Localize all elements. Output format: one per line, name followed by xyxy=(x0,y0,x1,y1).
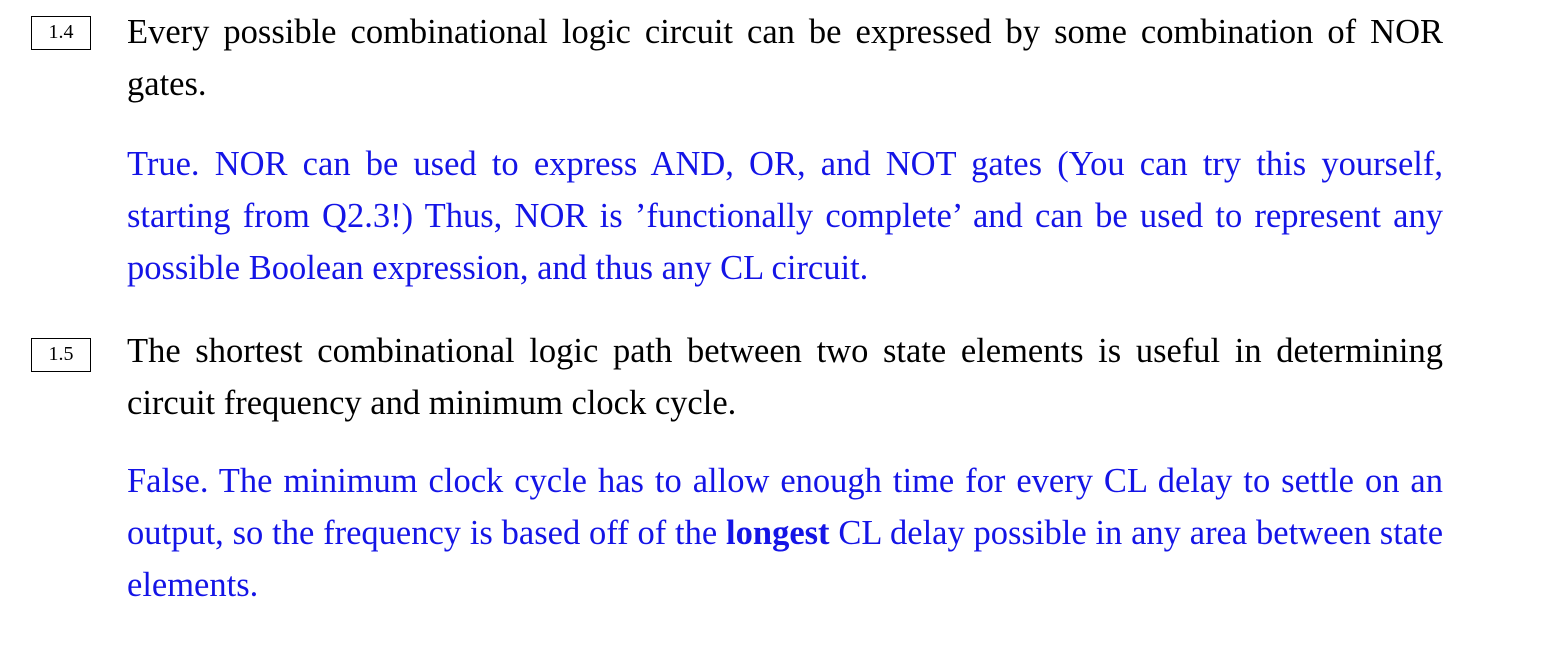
question-text: The shortest combinational logic path be… xyxy=(127,332,1443,422)
question-number-box: 1.4 xyxy=(31,16,91,50)
question-number-box: 1.5 xyxy=(31,338,91,372)
question-text: Every possible combinational logic circu… xyxy=(127,13,1443,103)
answer-emphasis: longest xyxy=(726,514,830,552)
answer-text: True. NOR can be used to express AND, OR… xyxy=(127,145,1443,287)
answer-text: False. The minimum clock cycle has to al… xyxy=(127,455,1443,611)
